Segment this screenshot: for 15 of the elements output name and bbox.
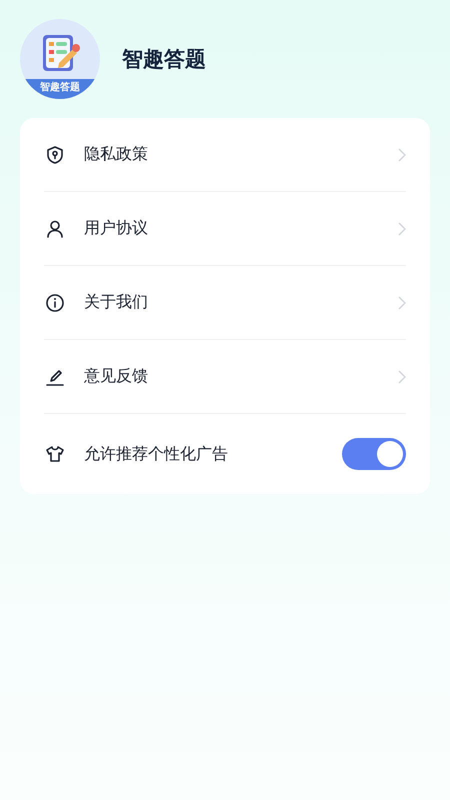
menu-item[interactable]: 关于我们: [84, 292, 398, 313]
chevron-icon[interactable]: [398, 222, 406, 236]
menu-item[interactable]: 允许推荐个性化广告: [84, 444, 342, 464]
app-title: 智趣答题: [122, 46, 206, 73]
person-icon: [45, 218, 65, 238]
shield-icon: [45, 144, 65, 164]
chevron-icon[interactable]: [398, 148, 406, 162]
toggle-switch[interactable]: [342, 438, 406, 470]
menu-item[interactable]: 意见反馈: [84, 366, 398, 387]
info-icon: [45, 292, 65, 312]
menu-item[interactable]: 隐私政策: [84, 144, 398, 165]
menu-item[interactable]: 用户协议: [84, 218, 398, 239]
chevron-icon[interactable]: [398, 296, 406, 310]
shirt-icon: [45, 444, 65, 464]
chevron-icon[interactable]: [398, 370, 406, 384]
